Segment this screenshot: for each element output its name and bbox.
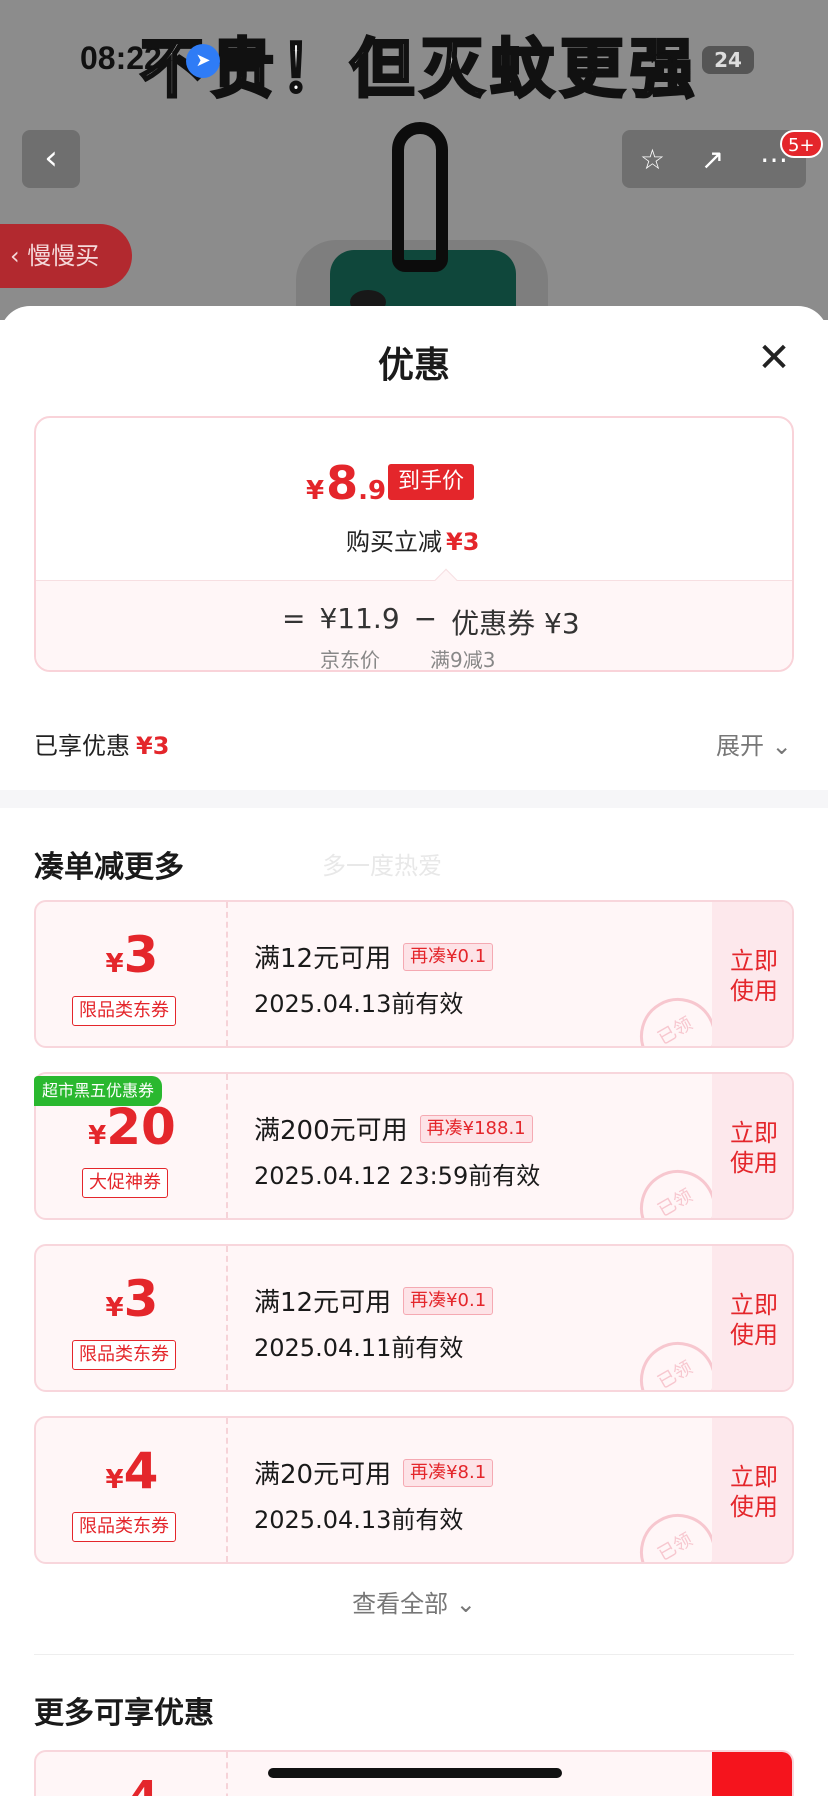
coupon-card[interactable]: ¥3 限品类东券 满12元可用 再凑¥0.1 2025.04.13前有效 已领 立… xyxy=(34,900,794,1048)
coupon-type-tag: 大促神券 xyxy=(82,1168,168,1198)
chevron-left-icon: ‹ xyxy=(10,242,28,270)
star-icon[interactable]: ☆ xyxy=(640,143,665,176)
add-more-tag: 再凑¥8.1 xyxy=(403,1458,494,1487)
expand-button[interactable]: 展开 ⌄ xyxy=(716,726,792,761)
use-now-button[interactable]: 立即 使用 xyxy=(712,1246,792,1390)
coupon-amount: ¥3 xyxy=(105,926,159,984)
coupon-condition: 满12元可用 再凑¥0.1 xyxy=(254,938,494,975)
sheet-title: 优惠 xyxy=(377,345,450,386)
promo-banner-text: 不贵！但灭蚊更强 xyxy=(139,32,700,109)
add-more-tag: 再凑¥188.1 xyxy=(419,1114,533,1143)
promo-tag: 超市黑五优惠券 xyxy=(34,1076,163,1106)
slow-buy-button[interactable]: ‹ 慢慢买 xyxy=(0,224,132,288)
coupon-card[interactable]: ¥3 限品类东券 满12元可用 再凑¥0.1 2025.04.11前有效 已领 立… xyxy=(34,1244,794,1392)
use-now-button[interactable]: 立即 使用 xyxy=(712,1074,792,1218)
watermark: 多一度热爱 xyxy=(322,852,442,880)
share-icon[interactable]: ↗ xyxy=(701,143,724,176)
chevron-left-icon: ‹ xyxy=(44,138,58,178)
instant-cut-text: 购买立减 ¥3 xyxy=(346,528,480,556)
wifi-icon: ◠ xyxy=(650,44,675,77)
section-divider xyxy=(0,790,828,808)
coupon-condition: 满200元可用 再凑¥188.1 xyxy=(254,1110,533,1147)
coupon-condition: 满12元可用 再凑¥0.1 xyxy=(254,1282,494,1319)
price-calculation: = ¥11.9 − 优惠券 ¥3 xyxy=(282,602,580,640)
jd-price: ¥11.9 xyxy=(319,602,400,635)
to-hand-price-tag: 到手价 xyxy=(388,464,475,500)
coupon-amount: ¥3 xyxy=(105,1270,159,1328)
price-calculation-labels: 京东价 满9减3 xyxy=(320,648,496,672)
message-badge: 5+ xyxy=(780,130,823,158)
discount-sheet: 优惠 ✕ ¥ 8 .9 到手价 购买立减 ¥3 = ¥11.9 − 优惠券 ¥3 … xyxy=(0,306,828,1796)
add-more-tag: 再凑¥0.1 xyxy=(403,1286,494,1315)
coupon-amount-area: 4 xyxy=(36,1752,228,1796)
back-button[interactable]: ‹ xyxy=(22,130,80,188)
use-now-button[interactable]: 立即 使用 xyxy=(712,902,792,1046)
section-title-more-offers: 更多可享优惠 xyxy=(34,1696,214,1731)
final-price: ¥ 8 .9 xyxy=(306,456,387,510)
coupon-validity: 2025.04.11前有效 xyxy=(254,1334,464,1362)
use-now-button[interactable]: 立即 使用 xyxy=(712,1418,792,1562)
coupon-amount-area: ¥4 限品类东券 xyxy=(36,1418,228,1562)
top-actions-bar: ☆ ↗ ⋯ xyxy=(622,130,806,188)
section-title-more-savings: 凑单减更多 xyxy=(34,850,184,885)
coupon-amount-area: ¥3 限品类东券 xyxy=(36,902,228,1046)
enjoyed-discount: 已享优惠 ¥3 xyxy=(34,732,170,760)
battery-icon: 24 xyxy=(702,46,754,74)
chevron-down-icon: ⌄ xyxy=(771,732,792,760)
slow-buy-label: 慢慢买 xyxy=(27,242,100,270)
use-now-button[interactable] xyxy=(712,1752,792,1796)
coupon-card[interactable]: ¥4 限品类东券 满20元可用 再凑¥8.1 2025.04.13前有效 已领 立… xyxy=(34,1416,794,1564)
price-summary-card: ¥ 8 .9 到手价 购买立减 ¥3 = ¥11.9 − 优惠券 ¥3 京东价 满… xyxy=(34,416,794,672)
chevron-down-icon: ⌄ xyxy=(455,1590,476,1618)
close-icon: ✕ xyxy=(757,335,791,381)
coupon-amount: ¥20 xyxy=(88,1098,176,1156)
home-indicator[interactable] xyxy=(268,1768,562,1778)
coupon-validity: 2025.04.13前有效 xyxy=(254,990,464,1018)
coupon-type-tag: 限品类东券 xyxy=(72,1340,176,1370)
coupon-validity: 2025.04.12 23:59前有效 xyxy=(254,1162,541,1190)
coupon-validity: 2025.04.13前有效 xyxy=(254,1506,464,1534)
add-more-tag: 再凑¥0.1 xyxy=(403,942,494,971)
view-all-button[interactable]: 查看全部 ⌄ xyxy=(0,1584,828,1619)
coupon-amount: 4 xyxy=(128,1772,159,1796)
product-page-background: 08:22 不贵！但灭蚊更强 ➤ ◠ 24 ‹ ☆ ↗ ⋯ 5+ ‹ 慢慢买 xyxy=(0,0,828,320)
divider xyxy=(34,1654,794,1655)
coupon-condition: 满20元可用 再凑¥8.1 xyxy=(254,1454,494,1491)
close-button[interactable]: ✕ xyxy=(752,336,796,380)
coupon-type-tag: 限品类东券 xyxy=(72,996,176,1026)
coupon-type-tag: 限品类东券 xyxy=(72,1512,176,1542)
location-arrow-icon: ➤ xyxy=(186,44,220,78)
coupon-amount: ¥4 xyxy=(105,1442,159,1500)
coupon-amount-area: ¥3 限品类东券 xyxy=(36,1246,228,1390)
